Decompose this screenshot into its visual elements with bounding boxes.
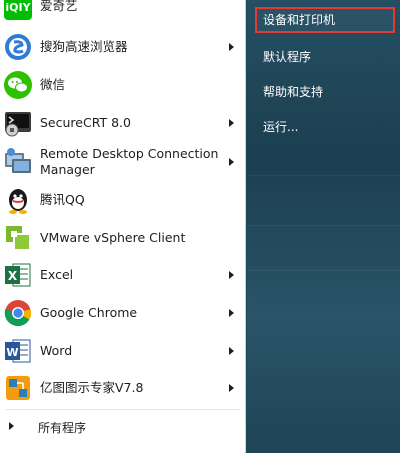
remote-desktop-icon: [5, 148, 31, 173]
program-item-wechat[interactable]: 微信: [0, 66, 246, 104]
all-programs-label: 所有程序: [38, 421, 87, 435]
decorative-divider: [247, 270, 400, 271]
program-item-iqiyi[interactable]: iQIY 爱奇艺: [0, 0, 246, 25]
start-menu-program-list: iQIY 爱奇艺 搜狗高速浏览器 微信 SecureCRT 8.0 Remote…: [0, 0, 246, 453]
qq-icon: [9, 189, 27, 214]
submenu-arrow-icon[interactable]: [229, 347, 234, 355]
program-item-sogou-browser[interactable]: 搜狗高速浏览器: [0, 28, 246, 66]
word-icon: W: [5, 339, 31, 363]
default-programs-link[interactable]: 默认程序: [255, 44, 395, 70]
svg-text:iQIY: iQIY: [5, 1, 31, 14]
submenu-arrow-icon[interactable]: [229, 43, 234, 51]
decorative-divider: [247, 175, 400, 176]
program-label: Word: [40, 343, 73, 358]
program-label-line1: Remote Desktop Connection: [40, 146, 219, 161]
program-item-edraw[interactable]: 亿图图示专家V7.8: [0, 369, 246, 407]
iqiyi-icon: iQIY: [4, 0, 32, 20]
program-label: SecureCRT 8.0: [40, 115, 131, 130]
start-menu-right-panel: 设备和打印机 默认程序 帮助和支持 运行...: [247, 0, 400, 453]
devices-and-printers-link[interactable]: 设备和打印机: [255, 7, 395, 33]
submenu-arrow-icon[interactable]: [229, 158, 234, 166]
program-label: 腾讯QQ: [40, 192, 85, 207]
svg-text:X: X: [8, 269, 18, 283]
expand-arrow-icon: [9, 422, 14, 430]
program-item-remote-desktop-manager[interactable]: Remote Desktop Connection Manager: [0, 142, 246, 182]
program-label-line2: Manager: [40, 162, 95, 177]
all-programs-button[interactable]: 所有程序: [0, 412, 246, 442]
program-item-google-chrome[interactable]: Google Chrome: [0, 294, 246, 332]
program-item-securecrt[interactable]: SecureCRT 8.0: [0, 104, 246, 142]
vmware-icon: [6, 226, 31, 251]
securecrt-icon: [5, 112, 31, 137]
submenu-arrow-icon[interactable]: [229, 119, 234, 127]
decorative-divider: [247, 225, 400, 226]
wechat-icon: [4, 71, 32, 99]
program-label: VMware vSphere Client: [40, 230, 186, 245]
excel-icon: X: [5, 263, 31, 287]
submenu-arrow-icon[interactable]: [229, 384, 234, 392]
program-item-vmware[interactable]: VMware vSphere Client: [0, 219, 246, 257]
all-programs-divider: [6, 409, 240, 410]
edraw-icon: [6, 376, 30, 400]
submenu-arrow-icon[interactable]: [229, 271, 234, 279]
link-label: 设备和打印机: [263, 13, 336, 27]
link-label: 运行...: [263, 120, 299, 134]
program-label: 爱奇艺: [40, 0, 78, 13]
run-link[interactable]: 运行...: [255, 114, 395, 140]
program-item-excel[interactable]: X Excel: [0, 256, 246, 294]
program-label: 微信: [40, 77, 66, 92]
chrome-icon: [4, 300, 32, 327]
sogou-browser-icon: [5, 34, 31, 60]
link-label: 帮助和支持: [263, 85, 324, 99]
help-and-support-link[interactable]: 帮助和支持: [255, 79, 395, 105]
program-label: 亿图图示专家V7.8: [40, 380, 144, 395]
program-label: 搜狗高速浏览器: [40, 39, 128, 54]
program-label: Excel: [40, 267, 74, 282]
link-label: 默认程序: [263, 50, 312, 64]
submenu-arrow-icon[interactable]: [229, 309, 234, 317]
program-item-word[interactable]: W Word: [0, 332, 246, 370]
svg-text:W: W: [6, 346, 18, 359]
program-item-qq[interactable]: 腾讯QQ: [0, 181, 246, 219]
program-label: Google Chrome: [40, 305, 138, 320]
